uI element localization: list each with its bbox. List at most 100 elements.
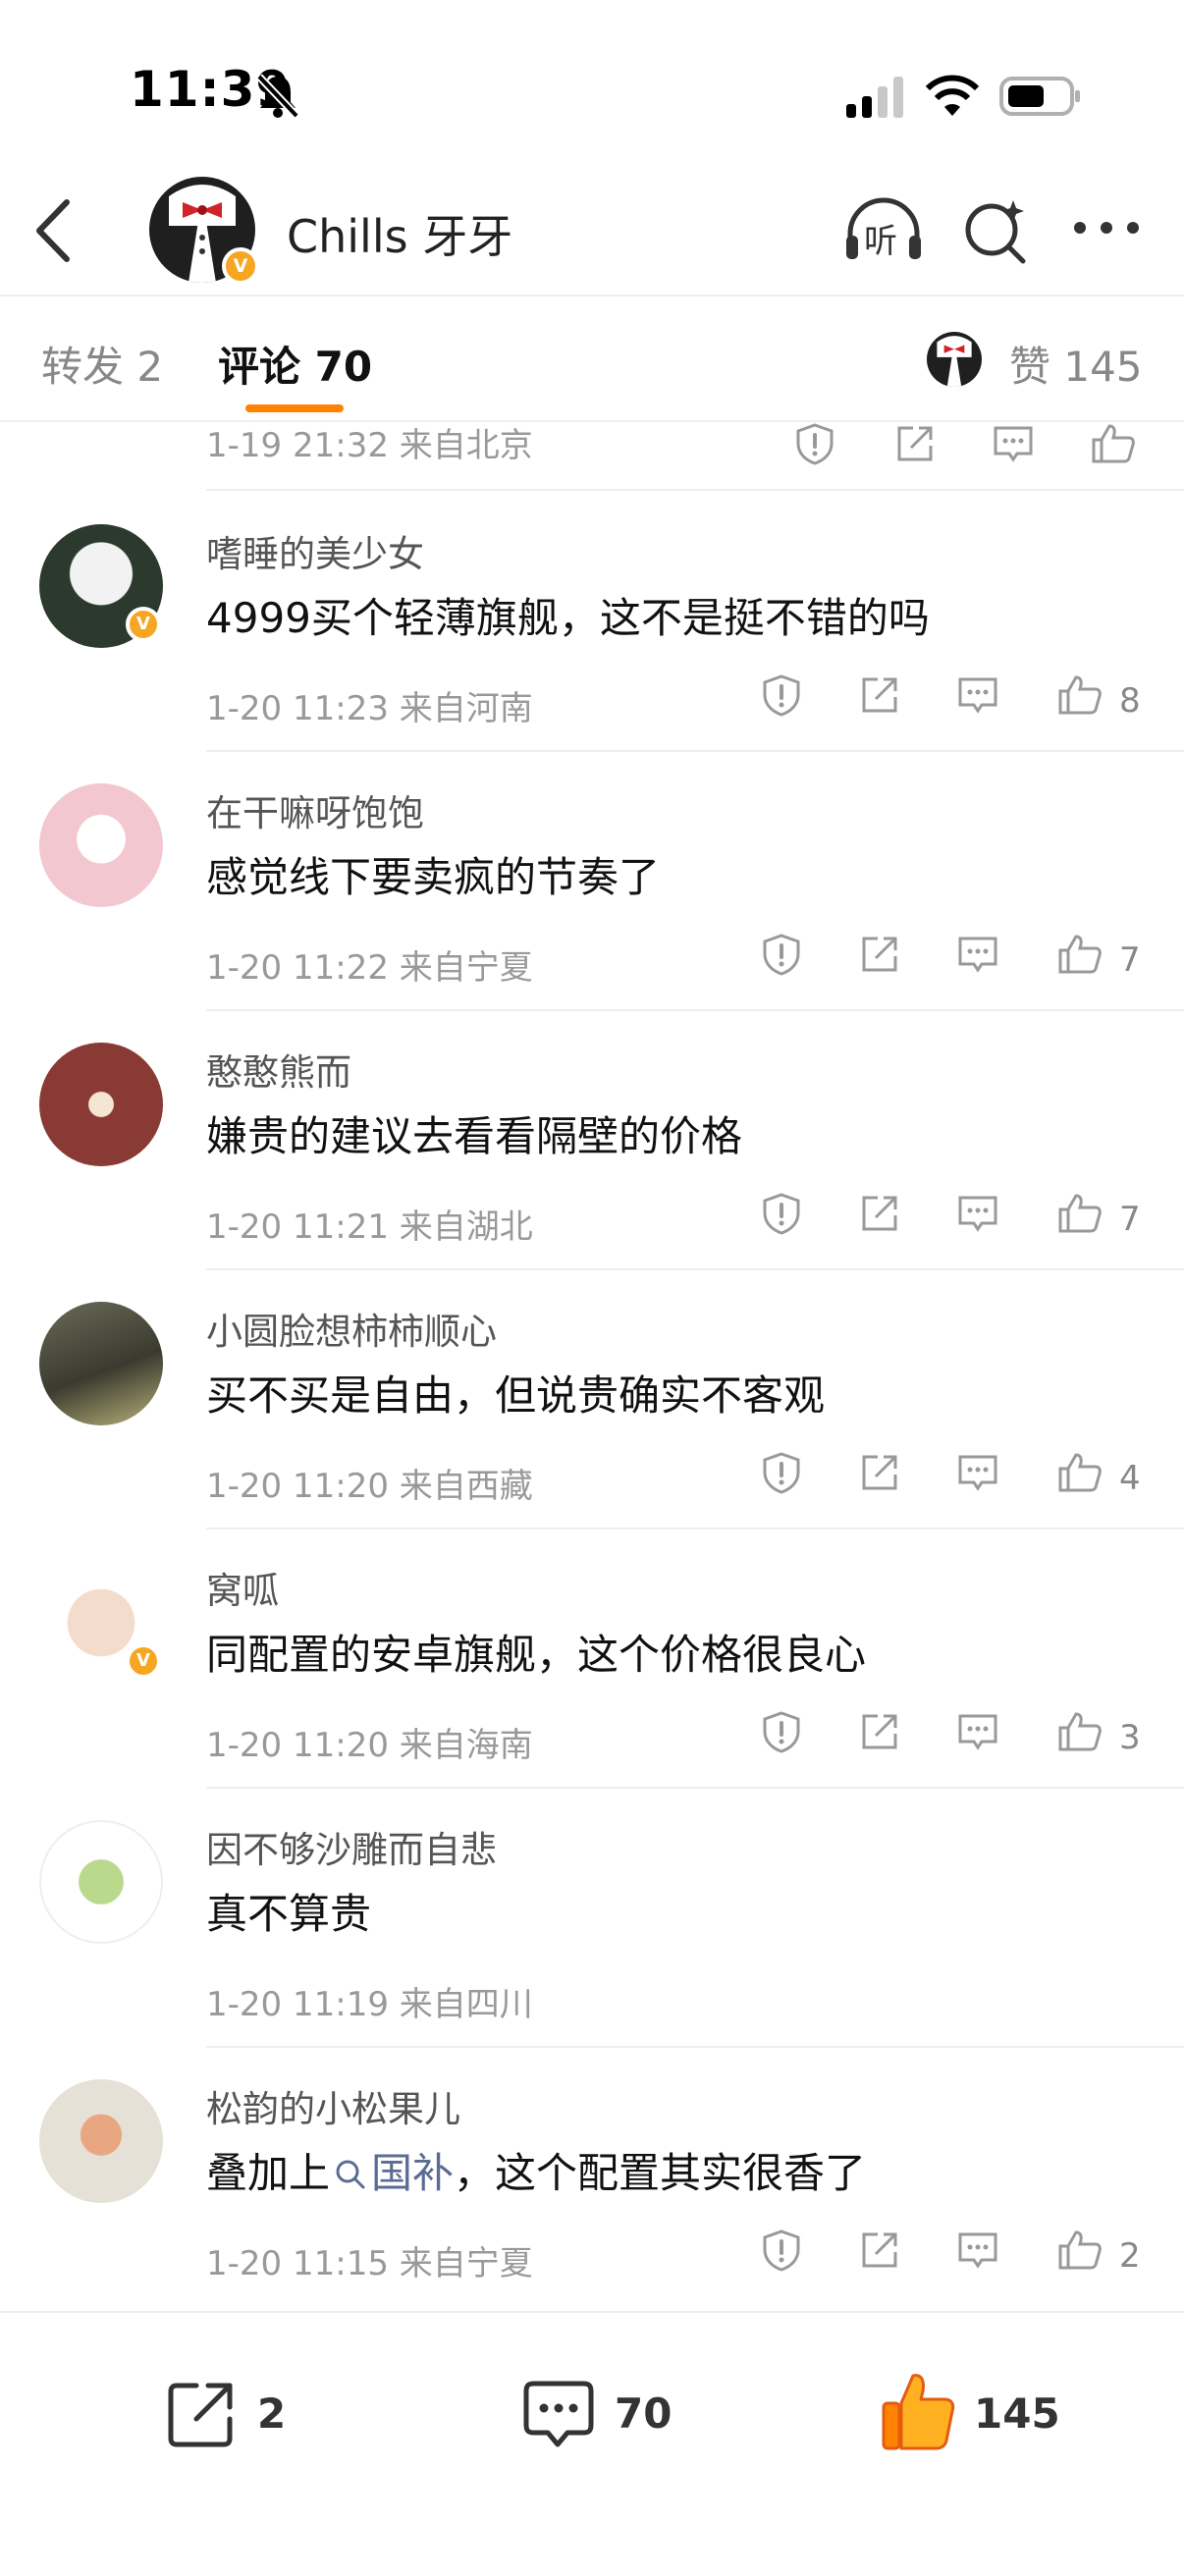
share-icon[interactable] bbox=[893, 422, 937, 465]
comment-actions: 2 bbox=[750, 2225, 1162, 2283]
comment-meta: 1-20 11:20 来自海南 bbox=[206, 1726, 533, 1765]
comment-item[interactable]: 憨憨熊而 嫌贵的建议去看看隔壁的价格 1-20 11:21 来自湖北 7 bbox=[0, 1011, 1184, 1270]
verified-badge: V bbox=[126, 607, 161, 642]
partial-comment: 1-19 21:32 来自北京 bbox=[0, 422, 1184, 493]
comment-meta: 1-20 11:23 来自河南 bbox=[206, 689, 533, 728]
tab-likes[interactable]: 赞 145 bbox=[1009, 334, 1143, 394]
reply-icon[interactable] bbox=[956, 933, 999, 976]
report-icon[interactable] bbox=[760, 1710, 803, 1753]
reply-icon[interactable] bbox=[956, 1710, 999, 1753]
commenter-name[interactable]: 窝呱 bbox=[206, 1561, 279, 1614]
battery-icon bbox=[999, 77, 1080, 116]
mute-bell-icon bbox=[256, 74, 299, 119]
comment-meta: 1-20 11:19 来自四川 bbox=[206, 1985, 533, 2024]
tab-comments[interactable]: 评论 70 bbox=[218, 334, 372, 394]
comment-icon bbox=[523, 2381, 594, 2447]
topic-text[interactable]: 国补 bbox=[371, 2149, 454, 2197]
commenter-avatar[interactable] bbox=[39, 2079, 163, 2203]
comment-actions: 7 bbox=[750, 929, 1162, 988]
poster-name[interactable]: Chills 牙牙 bbox=[287, 201, 512, 266]
search-icon bbox=[336, 2160, 365, 2189]
back-arrow-icon[interactable] bbox=[29, 196, 79, 265]
share-icon[interactable] bbox=[858, 933, 901, 976]
comment-item[interactable]: 因不够沙雕而自悲 真不算贵 1-20 11:19 来自四川 bbox=[0, 1789, 1184, 2048]
listen-button[interactable]: 听 bbox=[842, 196, 925, 265]
comment-meta: 1-20 11:15 来自宁夏 bbox=[206, 2244, 533, 2283]
like-icon[interactable] bbox=[1056, 1192, 1103, 1235]
like-icon[interactable] bbox=[1090, 422, 1137, 465]
comment-actions: 4 bbox=[750, 1447, 1162, 1506]
like-button[interactable]: 145 bbox=[880, 2368, 1076, 2460]
tab-repost[interactable]: 转发 2 bbox=[41, 334, 163, 394]
share-icon[interactable] bbox=[858, 1710, 901, 1753]
commenter-avatar[interactable] bbox=[39, 1302, 163, 1425]
like-filled-icon bbox=[882, 2374, 955, 2450]
comment-item[interactable]: V 窝呱 同配置的安卓旗舰，这个价格很良心 1-20 11:20 来自海南 3 bbox=[0, 1530, 1184, 1789]
comment-item[interactable]: 在干嘛呀饱饱 感觉线下要卖疯的节奏了 1-20 11:22 来自宁夏 7 bbox=[0, 752, 1184, 1011]
like-icon[interactable] bbox=[1056, 1451, 1103, 1494]
reply-icon[interactable] bbox=[956, 673, 999, 717]
liker-avatar[interactable] bbox=[927, 332, 982, 387]
like-count: 8 bbox=[1119, 681, 1141, 721]
commenter-avatar[interactable] bbox=[39, 1043, 163, 1166]
comment-text: 同配置的安卓旗舰，这个价格很良心 bbox=[206, 1631, 867, 1679]
like-icon[interactable] bbox=[1056, 933, 1103, 976]
comment-item[interactable]: 小圆脸想柿柿顺心 买不买是自由，但说贵确实不客观 1-20 11:20 来自西藏… bbox=[0, 1270, 1184, 1530]
report-icon[interactable] bbox=[760, 933, 803, 976]
report-icon[interactable] bbox=[760, 1192, 803, 1235]
report-icon[interactable] bbox=[793, 422, 836, 465]
comment-meta: 1-19 21:32 来自北京 bbox=[206, 426, 533, 465]
like-icon[interactable] bbox=[1056, 1710, 1103, 1753]
comment-actions: 7 bbox=[750, 1188, 1162, 1247]
reply-icon[interactable] bbox=[956, 1451, 999, 1494]
commenter-name[interactable]: 在干嘛呀饱饱 bbox=[206, 783, 424, 836]
comment-meta: 1-20 11:20 来自西藏 bbox=[206, 1467, 533, 1506]
comment-button[interactable]: 70 bbox=[520, 2372, 697, 2460]
commenter-avatar[interactable] bbox=[39, 1820, 163, 1944]
report-icon[interactable] bbox=[760, 1451, 803, 1494]
like-count: 145 bbox=[974, 2389, 1060, 2438]
reply-icon[interactable] bbox=[956, 2228, 999, 2272]
verified-badge: V bbox=[222, 247, 259, 285]
share-icon[interactable] bbox=[858, 2228, 901, 2272]
like-count: 4 bbox=[1119, 1459, 1141, 1498]
tab-bar bbox=[0, 295, 1184, 422]
like-count: 2 bbox=[1119, 2236, 1141, 2276]
share-icon[interactable] bbox=[858, 1192, 901, 1235]
comment-meta: 1-20 11:22 来自宁夏 bbox=[206, 948, 533, 988]
commenter-name[interactable]: 憨憨熊而 bbox=[206, 1043, 351, 1096]
commenter-avatar[interactable] bbox=[39, 783, 163, 907]
comment-text-part: ，这个配置其实很香了 bbox=[454, 2149, 867, 2197]
share-icon[interactable] bbox=[858, 673, 901, 717]
commenter-name[interactable]: 小圆脸想柿柿顺心 bbox=[206, 1302, 497, 1355]
comment-item[interactable]: 松韵的小松果儿 叠加上 国补，这个配置其实很香了 1-20 11:15 来自宁夏 … bbox=[0, 2048, 1184, 2307]
commenter-name[interactable]: 嗜睡的美少女 bbox=[206, 524, 424, 577]
comment-text: 感觉线下要卖疯的节奏了 bbox=[206, 853, 661, 901]
more-options-icon[interactable] bbox=[1072, 218, 1141, 238]
like-icon[interactable] bbox=[1056, 2228, 1103, 2272]
comment-text: 嫌贵的建议去看看隔壁的价格 bbox=[206, 1112, 743, 1160]
like-icon[interactable] bbox=[1056, 673, 1103, 717]
bottom-action-bar: 2 70 145 bbox=[0, 2311, 1184, 2576]
comment-item[interactable]: V 嗜睡的美少女 4999买个轻薄旗舰，这不是挺不错的吗 1-20 11:23 … bbox=[0, 493, 1184, 752]
tuxedo-avatar-icon bbox=[937, 336, 972, 387]
comment-text: 买不买是自由，但说贵确实不客观 bbox=[206, 1371, 826, 1420]
reply-icon[interactable] bbox=[992, 422, 1035, 465]
search-icon[interactable] bbox=[962, 196, 1031, 265]
topic-link[interactable]: 国补 bbox=[330, 2149, 454, 2197]
commenter-name[interactable]: 因不够沙雕而自悲 bbox=[206, 1820, 497, 1873]
comment-text: 4999买个轻薄旗舰，这不是挺不错的吗 bbox=[206, 594, 930, 642]
report-icon[interactable] bbox=[760, 2228, 803, 2272]
comment-actions: 3 bbox=[750, 1706, 1162, 1765]
repost-button[interactable]: 2 bbox=[163, 2372, 320, 2460]
share-icon[interactable] bbox=[858, 1451, 901, 1494]
report-icon[interactable] bbox=[760, 673, 803, 717]
like-count: 7 bbox=[1119, 1200, 1141, 1239]
repost-count: 2 bbox=[257, 2389, 287, 2438]
comment-count: 70 bbox=[615, 2389, 673, 2438]
commenter-name[interactable]: 松韵的小松果儿 bbox=[206, 2079, 460, 2132]
like-count: 3 bbox=[1119, 1718, 1141, 1757]
wifi-icon bbox=[925, 75, 980, 116]
tab-active-indicator bbox=[245, 404, 344, 412]
reply-icon[interactable] bbox=[956, 1192, 999, 1235]
